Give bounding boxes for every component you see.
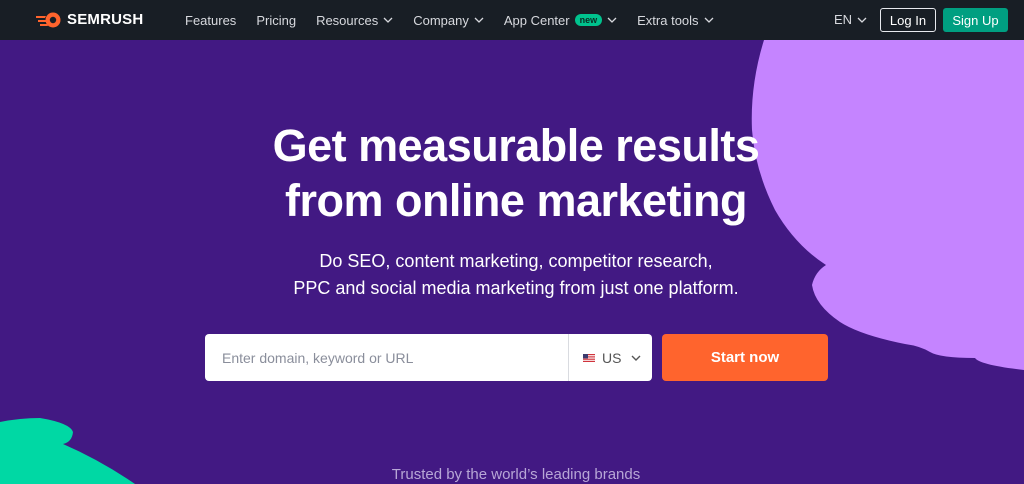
language-selector[interactable]: EN (834, 12, 867, 27)
main-nav: Features Pricing Resources Company App C… (185, 0, 734, 40)
signup-button[interactable]: Sign Up (943, 8, 1008, 32)
search-input[interactable] (205, 335, 567, 380)
chevron-down-icon (607, 17, 617, 23)
hero-subtitle-line-1: Do SEO, content marketing, competitor re… (319, 251, 713, 271)
nav-item-label: Resources (316, 12, 379, 28)
database-label: US (602, 349, 622, 366)
trusted-brands-text: Trusted by the world’s leading brands (391, 466, 641, 483)
nav-item-label: Features (185, 12, 237, 28)
chevron-down-icon (383, 17, 393, 23)
nav-item-features[interactable]: Features (185, 13, 236, 28)
new-badge: new (574, 14, 603, 26)
brand-name: SEMRUSH (67, 11, 144, 28)
nav-item-app-center[interactable]: App Center new (504, 13, 617, 28)
hero-subtitle-line-2: PPC and social media marketing from just… (293, 278, 739, 298)
hero-title: Get measurable results from online marke… (0, 118, 1024, 228)
database-selector[interactable]: US (568, 334, 652, 381)
us-flag-icon (583, 353, 595, 362)
nav-item-label: Extra tools (637, 12, 699, 28)
search-box: US (205, 334, 652, 381)
nav-item-label: App Center (503, 12, 570, 28)
hero-subtitle: Do SEO, content marketing, competitor re… (0, 248, 1024, 302)
nav-item-label: Pricing (256, 12, 297, 28)
chevron-down-icon (474, 17, 484, 23)
start-now-button[interactable]: Start now (662, 334, 828, 381)
semrush-logo[interactable]: SEMRUSH (36, 11, 143, 28)
nav-item-resources[interactable]: Resources (316, 13, 393, 28)
language-label: EN (834, 12, 853, 27)
chevron-down-icon (631, 355, 641, 361)
chevron-down-icon (857, 17, 867, 23)
nav-item-pricing[interactable]: Pricing (256, 13, 296, 28)
login-button[interactable]: Log In (880, 8, 936, 32)
nav-item-label: Company (413, 12, 469, 28)
semrush-flame-icon (36, 12, 61, 27)
nav-item-extra-tools[interactable]: Extra tools (637, 12, 714, 28)
top-navigation-bar: SEMRUSH Features Pricing Resources Compa… (0, 0, 1024, 40)
chevron-down-icon (704, 17, 714, 23)
hero-title-line-2: from online marketing (284, 175, 748, 226)
hero-title-line-1: Get measurable results (272, 120, 760, 171)
nav-item-company[interactable]: Company (413, 13, 484, 28)
